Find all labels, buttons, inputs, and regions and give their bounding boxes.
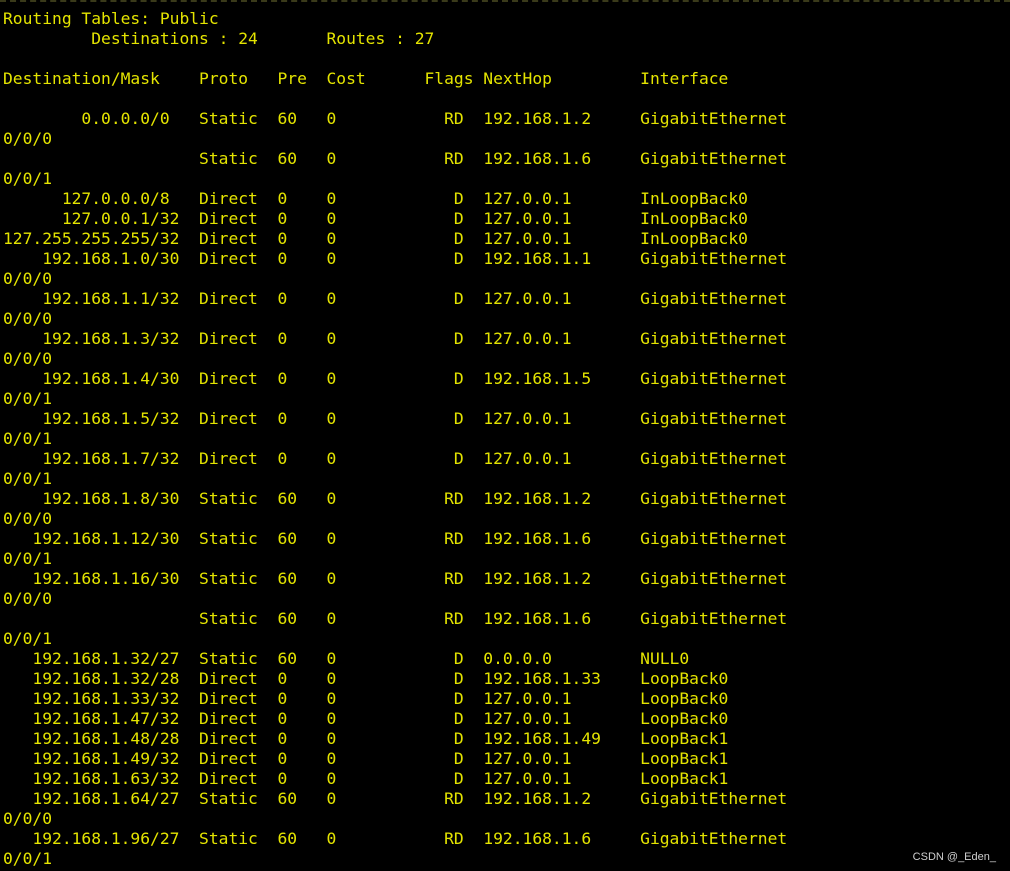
terminal-line: 192.168.1.5/32 Direct 0 0 D 127.0.0.1 Gi… [3, 409, 788, 428]
terminal-line: 192.168.1.49/32 Direct 0 0 D 127.0.0.1 L… [3, 749, 729, 768]
terminal-line: 0/0/1 [3, 549, 53, 568]
terminal-line: 0/0/1 [3, 389, 53, 408]
terminal-line: 0/0/1 [3, 169, 53, 188]
terminal-line: Static 60 0 RD 192.168.1.6 GigabitEthern… [3, 609, 788, 628]
terminal-line: 0/0/0 [3, 129, 53, 148]
terminal-window[interactable]: Routing Tables: Public Destinations : 24… [0, 0, 1010, 871]
terminal-line: 0/0/1 [3, 849, 53, 868]
terminal-line: 192.168.1.12/30 Static 60 0 RD 192.168.1… [3, 529, 788, 548]
terminal-line: Static 60 0 RD 192.168.1.6 GigabitEthern… [3, 149, 788, 168]
terminal-line: 192.168.1.32/28 Direct 0 0 D 192.168.1.3… [3, 669, 729, 688]
terminal-line: 192.168.1.47/32 Direct 0 0 D 127.0.0.1 L… [3, 709, 729, 728]
terminal-line: 192.168.1.7/32 Direct 0 0 D 127.0.0.1 Gi… [3, 449, 788, 468]
terminal-line: 192.168.1.64/27 Static 60 0 RD 192.168.1… [3, 789, 788, 808]
terminal-line: 127.0.0.0/8 Direct 0 0 D 127.0.0.1 InLoo… [3, 189, 748, 208]
terminal-line: 0/0/0 [3, 309, 53, 328]
terminal-line: 192.168.1.96/27 Static 60 0 RD 192.168.1… [3, 829, 788, 848]
terminal-line: 192.168.1.0/30 Direct 0 0 D 192.168.1.1 … [3, 249, 788, 268]
terminal-line: 192.168.1.48/28 Direct 0 0 D 192.168.1.4… [3, 729, 729, 748]
terminal-line: 192.168.1.32/27 Static 60 0 D 0.0.0.0 NU… [3, 649, 690, 668]
terminal-line: 0/0/0 [3, 809, 53, 828]
terminal-line: 0/0/1 [3, 429, 53, 448]
terminal-line: 192.168.1.63/32 Direct 0 0 D 127.0.0.1 L… [3, 769, 729, 788]
terminal-line: Destinations : 24 Routes : 27 [3, 29, 435, 48]
terminal-line: 0/0/0 [3, 589, 53, 608]
watermark: CSDN @_Eden_ [912, 851, 996, 863]
terminal-line: 0/0/1 [3, 469, 53, 488]
terminal-line: 0.0.0.0/0 Static 60 0 RD 192.168.1.2 Gig… [3, 109, 788, 128]
terminal-line: 0/0/0 [3, 349, 53, 368]
terminal-line: 192.168.1.4/30 Direct 0 0 D 192.168.1.5 … [3, 369, 788, 388]
terminal-line: 0/0/0 [3, 269, 53, 288]
terminal-line: 192.168.1.8/30 Static 60 0 RD 192.168.1.… [3, 489, 788, 508]
terminal-line: 192.168.1.33/32 Direct 0 0 D 127.0.0.1 L… [3, 689, 729, 708]
terminal-line: Routing Tables: Public [3, 9, 219, 28]
terminal-line: 192.168.1.3/32 Direct 0 0 D 127.0.0.1 Gi… [3, 329, 788, 348]
terminal-line: 0/0/0 [3, 509, 53, 528]
terminal-output: Routing Tables: Public Destinations : 24… [0, 2, 1010, 869]
terminal-line: 192.168.1.16/30 Static 60 0 RD 192.168.1… [3, 569, 788, 588]
terminal-line: 192.168.1.1/32 Direct 0 0 D 127.0.0.1 Gi… [3, 289, 788, 308]
terminal-line: Destination/Mask Proto Pre Cost Flags Ne… [3, 69, 729, 88]
terminal-line: 127.255.255.255/32 Direct 0 0 D 127.0.0.… [3, 229, 748, 248]
terminal-line: 127.0.0.1/32 Direct 0 0 D 127.0.0.1 InLo… [3, 209, 748, 228]
terminal-line: 0/0/1 [3, 629, 53, 648]
